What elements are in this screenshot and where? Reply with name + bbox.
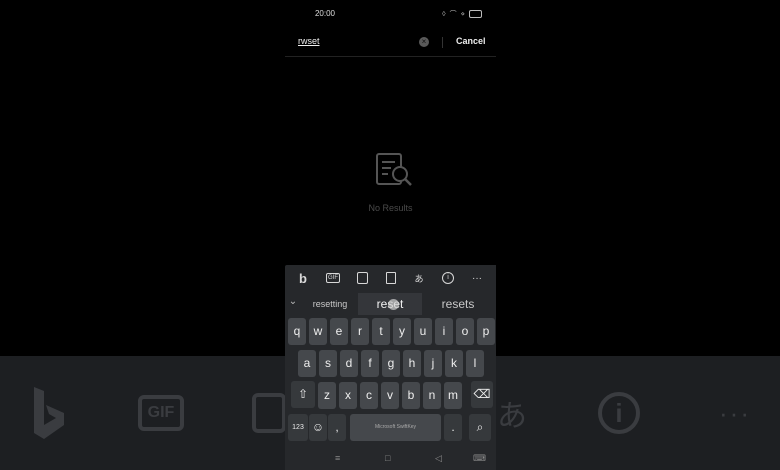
navigation-bar: ≡ □ ◁ ⌨ xyxy=(285,449,496,469)
key-f[interactable]: f xyxy=(361,350,379,377)
key-l[interactable]: l xyxy=(466,350,484,377)
clipboard-icon[interactable] xyxy=(383,270,399,286)
key-c[interactable]: c xyxy=(360,382,378,409)
search-input[interactable]: rwset xyxy=(298,36,320,46)
touch-indicator xyxy=(388,299,399,310)
key-x[interactable]: x xyxy=(339,382,357,409)
keyboard-toolbar: b GIF あ i ··· xyxy=(285,265,496,291)
suggestion-bar: ⌄ resetting reset resets xyxy=(285,293,496,315)
key-y[interactable]: y xyxy=(393,318,411,345)
numbers-key[interactable]: 123 xyxy=(288,414,308,441)
key-e[interactable]: e xyxy=(330,318,348,345)
phone-screen: 20:00 ◊ ⌒ ⋄ rwset × Cancel No Results b … xyxy=(285,0,496,470)
key-h[interactable]: h xyxy=(403,350,421,377)
cancel-button[interactable]: Cancel xyxy=(456,36,486,46)
key-v[interactable]: v xyxy=(381,382,399,409)
key-o[interactable]: o xyxy=(456,318,474,345)
collapse-icon[interactable]: ⌄ xyxy=(287,296,299,312)
key-p[interactable]: p xyxy=(477,318,495,345)
space-key[interactable]: Microsoft SwiftKey xyxy=(350,414,441,441)
search-document-icon xyxy=(375,152,413,193)
key-j[interactable]: j xyxy=(424,350,442,377)
clear-search-button[interactable]: × xyxy=(419,37,429,47)
key-z[interactable]: z xyxy=(318,382,336,409)
gif-button[interactable]: GIF xyxy=(325,270,341,286)
signal-icon: ⋄ xyxy=(460,11,465,18)
key-k[interactable]: k xyxy=(445,350,463,377)
key-n[interactable]: n xyxy=(423,382,441,409)
gif-icon: GIF xyxy=(136,378,186,448)
search-key-icon[interactable]: ⌕ xyxy=(469,414,491,441)
more-icon[interactable]: ··· xyxy=(469,270,485,286)
back-icon[interactable]: ◁ xyxy=(435,453,442,464)
no-results-message: No Results xyxy=(368,203,413,213)
key-s[interactable]: s xyxy=(319,350,337,377)
key-w[interactable]: w xyxy=(309,318,327,345)
wifi-off-icon: ⌒ xyxy=(449,11,457,18)
status-bar: 20:00 ◊ ⌒ ⋄ xyxy=(285,0,496,26)
emoji-icon[interactable]: ☺ xyxy=(309,414,327,441)
key-a[interactable]: a xyxy=(298,350,316,377)
sticker-icon[interactable] xyxy=(354,270,370,286)
bing-icon[interactable]: b xyxy=(295,270,311,286)
key-b[interactable]: b xyxy=(402,382,420,409)
info-icon[interactable]: i xyxy=(440,270,456,286)
battery-icon xyxy=(469,10,482,18)
comma-key[interactable]: , xyxy=(328,414,346,441)
info-icon: i xyxy=(596,378,642,448)
key-u[interactable]: u xyxy=(414,318,432,345)
key-t[interactable]: t xyxy=(372,318,390,345)
backspace-key[interactable]: ⌫ xyxy=(471,381,493,408)
divider xyxy=(442,37,443,48)
sticker-icon xyxy=(252,378,286,448)
key-d[interactable]: d xyxy=(340,350,358,377)
translate-icon: あ xyxy=(497,400,527,433)
status-icons: ◊ ⌒ ⋄ xyxy=(442,9,482,19)
key-m[interactable]: m xyxy=(444,382,462,409)
suggestion-right[interactable]: resets xyxy=(423,296,493,312)
key-g[interactable]: g xyxy=(382,350,400,377)
menu-icon[interactable]: ≡ xyxy=(335,453,340,463)
key-r[interactable]: r xyxy=(351,318,369,345)
period-key[interactable]: . xyxy=(444,414,462,441)
key-q[interactable]: q xyxy=(288,318,306,345)
translate-icon[interactable]: あ xyxy=(411,270,427,286)
keyboard-hide-icon[interactable]: ⌨ xyxy=(473,453,486,464)
gif-icon: GIF xyxy=(326,273,340,283)
keyboard: b GIF あ i ··· ⌄ resetting reset resets ⇧ xyxy=(285,265,496,470)
bing-icon xyxy=(28,378,68,448)
key-i[interactable]: i xyxy=(435,318,453,345)
suggestion-left[interactable]: resetting xyxy=(303,296,357,312)
more-icon: ··· xyxy=(719,397,751,428)
search-bar: rwset × Cancel xyxy=(285,30,496,57)
shift-key[interactable]: ⇧ xyxy=(291,381,315,408)
clock: 20:00 xyxy=(314,9,336,18)
home-icon[interactable]: □ xyxy=(385,453,390,463)
vibrate-icon: ◊ xyxy=(442,10,446,18)
